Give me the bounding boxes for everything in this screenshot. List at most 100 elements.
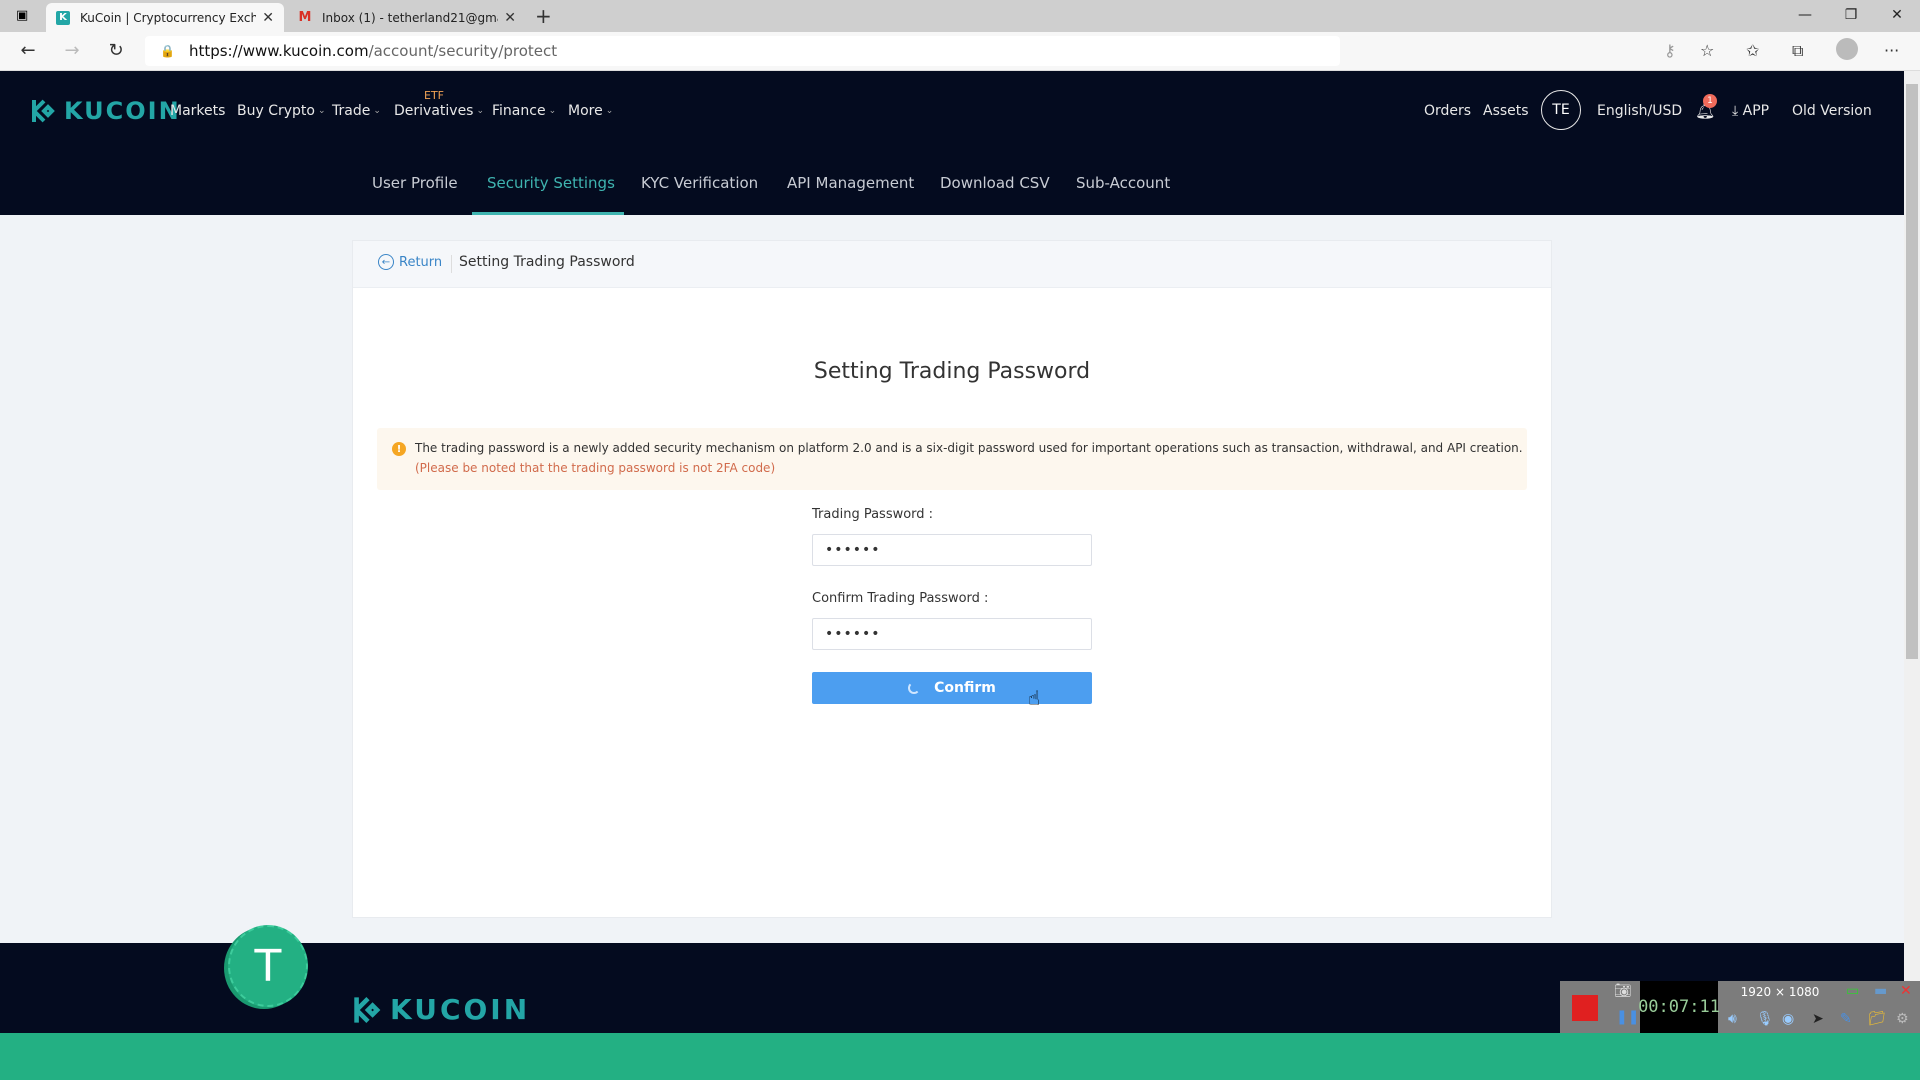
confirm-button[interactable]: Confirm [812,672,1092,704]
alert-note: (Please be noted that the trading passwo… [415,461,776,475]
nav-markets[interactable]: Markets [170,103,225,119]
cursor-icon[interactable]: ➤ [1812,1011,1824,1027]
nav-more[interactable]: More ⌄ [568,103,613,119]
nav-label: Finance [492,103,546,119]
nav-label: Buy Crypto [237,103,315,119]
back-icon[interactable]: ← [16,40,40,61]
logo-text: KUCOIN [64,97,181,125]
close-tab-icon[interactable]: ✕ [504,10,516,26]
pen-icon[interactable]: ✎ [1840,1011,1852,1027]
language-currency-selector[interactable]: English/USD [1597,103,1682,119]
stop-record-button[interactable] [1572,995,1598,1021]
folder-icon[interactable]: 📁︎ [1868,1011,1886,1027]
add-favorite-icon[interactable]: ☆ [1700,41,1714,60]
scrollbar-thumb[interactable] [1906,84,1918,659]
nav-derivatives[interactable]: Derivatives ⌄ [394,103,484,119]
restore-button[interactable]: ❐ [1828,0,1874,30]
notification-badge: 1 [1703,94,1717,108]
nav-label: Derivatives [394,103,474,119]
subnav-download-csv[interactable]: Download CSV [940,174,1050,192]
footer-logo[interactable]: KUCOIN [352,993,530,1026]
return-label: Return [399,254,443,270]
close-window-button[interactable]: ✕ [1874,0,1920,30]
confirm-label: Confirm [934,680,996,696]
chevron-down-icon: ⌄ [548,106,557,116]
more-menu-icon[interactable]: ··· [1884,41,1899,60]
reload-icon[interactable]: ↻ [104,40,128,61]
subnav-api-management[interactable]: API Management [787,174,914,192]
breadcrumb: Setting Trading Password [459,254,635,270]
trading-password-card: ← Return Setting Trading Password Settin… [352,240,1552,918]
orders-link[interactable]: Orders [1424,103,1471,119]
minimize-button[interactable]: — [1782,0,1828,30]
return-button[interactable]: ← Return [378,254,442,270]
etf-badge: ETF [424,89,444,102]
app-label: APP [1742,103,1770,119]
tab-actions-icon[interactable]: ▣ [16,8,28,23]
confirm-password-input[interactable]: •••••• [812,618,1092,650]
nav-trade[interactable]: Trade ⌄ [332,103,381,119]
close-recorder-icon[interactable]: ✕ [1900,983,1912,999]
info-alert: ! The trading password is a newly added … [377,428,1527,490]
settings-icon[interactable]: ⚙ [1896,1011,1909,1027]
back-arrow-icon: ← [378,254,394,270]
subnav-sub-account[interactable]: Sub-Account [1076,174,1170,192]
minimize-recorder-icon[interactable]: ▬ [1874,983,1887,999]
url-domain: https://www.kucoin.com [188,42,369,60]
microphone-icon[interactable]: 🎙︎ [1756,1011,1774,1027]
kucoin-favicon-icon: K [56,10,70,25]
old-version-link[interactable]: Old Version [1792,103,1872,119]
kucoin-logo[interactable]: KUCOIN [30,97,181,125]
webcam-icon[interactable]: ◉ [1782,1011,1794,1027]
profile-icon[interactable] [1836,38,1858,60]
tab-kucoin[interactable]: K KuCoin | Cryptocurrency Exchang ✕ [46,3,284,32]
download-app-link[interactable]: ⤓ APP [1732,103,1769,119]
confirm-password-label: Confirm Trading Password : [812,591,989,606]
nav-label: More [568,103,603,119]
nav-finance[interactable]: Finance ⌄ [492,103,556,119]
tab-title: KuCoin | Cryptocurrency Exchang [80,10,257,25]
warning-icon: ! [392,442,406,456]
page-title: Setting Trading Password [813,359,1091,384]
pause-icon[interactable]: ❚❚ [1616,1009,1639,1025]
loading-spinner-icon [908,682,921,694]
forward-icon[interactable]: → [60,40,84,61]
record-timer: 00:07:11 [1638,981,1720,1033]
lock-icon: 🔒 [160,44,175,58]
assets-link[interactable]: Assets [1483,103,1529,119]
kucoin-logo-icon [32,99,55,123]
avatar[interactable]: TE [1541,90,1581,130]
subnav-security-settings[interactable]: Security Settings [487,174,615,192]
footer-logo-text: KUCOIN [390,993,531,1026]
subnav-kyc-verification[interactable]: KYC Verification [641,174,758,192]
trading-password-label: Trading Password : [812,507,934,522]
chevron-down-icon: ⌄ [373,106,381,116]
tab-title: Inbox (1) - tetherland21@gmail. [322,10,499,25]
favorites-icon[interactable]: ✩ [1746,41,1759,60]
alert-text: The trading password is a newly added se… [415,441,1523,455]
nav-buy-crypto[interactable]: Buy Crypto ⌄ [237,103,326,119]
card-header: ← Return Setting Trading Password [353,241,1551,288]
tether-coin-icon: T [228,925,308,1007]
new-tab-button[interactable]: + [535,4,552,28]
download-icon: ⤓ [1732,103,1743,119]
chevron-down-icon: ⌄ [605,106,614,116]
nav-label: Trade [332,103,371,119]
collections-icon[interactable]: ⧉ [1792,41,1803,61]
chevron-down-icon: ⌄ [317,106,326,116]
camera-icon[interactable]: 📷︎ [1614,983,1632,999]
browser-tab-bar: ▣ K KuCoin | Cryptocurrency Exchang ✕ M … [0,0,1920,32]
speaker-icon[interactable]: 🔊︎ [1728,1011,1737,1027]
tab-gmail[interactable]: M Inbox (1) - tetherland21@gmail. ✕ [288,3,526,32]
url-input[interactable]: 🔒 https://www.kucoin.com/account/securit… [145,36,1340,66]
close-tab-icon[interactable]: ✕ [262,10,274,26]
kucoin-logo-icon [354,996,381,1023]
subnav-user-profile[interactable]: User Profile [372,174,458,192]
password-key-icon[interactable]: ⚷ [1664,41,1676,60]
bottom-green-bar [0,1033,1920,1080]
active-tab-indicator [472,212,624,215]
trading-password-input[interactable]: •••••• [812,534,1092,566]
divider [451,255,452,273]
url-path: /account/security/protect [368,42,558,60]
region-icon[interactable]: ▭ [1846,983,1859,999]
